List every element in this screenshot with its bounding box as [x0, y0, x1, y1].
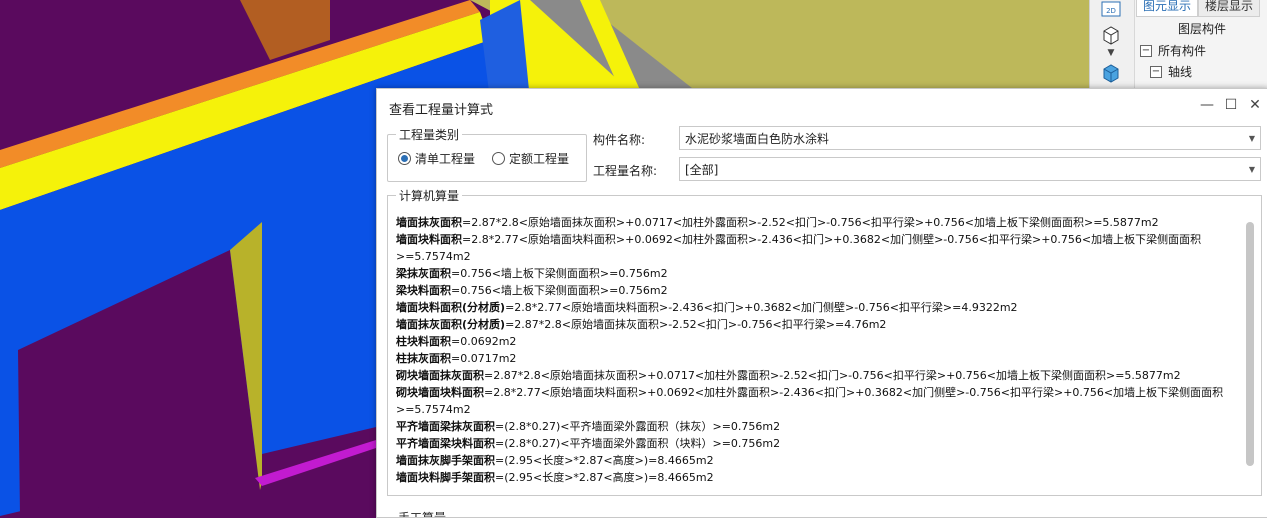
tab-floor-display[interactable]: 楼层显示 [1198, 0, 1261, 17]
formula-quantity-name: 墙面抹灰脚手架面积 [396, 454, 495, 467]
dropdown-icon[interactable]: ▼ [1100, 48, 1122, 58]
component-name-value: 水泥砂浆墙面白色防水涂料 [685, 132, 830, 146]
formula-line: 柱块料面积=0.0692m2 [396, 333, 1232, 350]
formula-quantity-name: 梁抹灰面积 [396, 267, 451, 280]
formula-line: 墙面块料面积=2.8*2.77<原始墙面块料面积>+0.0692<加柱外露面积>… [396, 231, 1232, 265]
close-button[interactable]: ✕ [1245, 95, 1265, 115]
radio-label: 定额工程量 [509, 152, 570, 166]
formula-expression: =0.756<墙上板下梁侧面面积>=0.756m2 [451, 284, 668, 297]
formula-line: 墙面抹灰脚手架面积=(2.95<长度>*2.87<高度>)=8.4665m2 [396, 452, 1232, 469]
tree-item-axis[interactable]: − 轴线 [1150, 63, 1192, 80]
dialog-title: 查看工程量计算式 [389, 103, 494, 118]
formula-expression: =2.87*2.8<原始墙面抹灰面积>+0.0717<加柱外露面积>-2.52<… [484, 369, 1181, 382]
3d-box-icon[interactable] [1100, 24, 1122, 46]
radio-selected-icon[interactable] [398, 152, 411, 165]
quantity-formula-dialog: 查看工程量计算式 — ☐ ✕ 工程量类别 清单工程量 定额工程量 构件名称: 水… [376, 88, 1267, 518]
quantity-name-select[interactable]: [全部] ▼ [679, 157, 1261, 181]
formula-line: 墙面抹灰面积=2.87*2.8<原始墙面抹灰面积>+0.0717<加柱外露面积>… [396, 214, 1232, 231]
formula-line: 平齐墙面梁抹灰面积=(2.8*0.27)<平齐墙面梁外露面积（抹灰）>=0.75… [396, 418, 1232, 435]
formula-quantity-name: 平齐墙面梁抹灰面积 [396, 420, 495, 433]
calc-formula-text[interactable]: 墙面抹灰面积=2.87*2.8<原始墙面抹灰面积>+0.0717<加柱外露面积>… [396, 214, 1232, 486]
formula-quantity-name: 梁块料面积 [396, 284, 451, 297]
tree-item-all-components[interactable]: − 所有构件 [1140, 42, 1206, 59]
collapse-icon[interactable]: − [1150, 65, 1162, 78]
2d-label: 2D [1106, 7, 1116, 15]
formula-expression: =2.8*2.77<原始墙面块料面积>-2.436<扣门>+0.3682<加门侧… [505, 301, 1018, 314]
formula-quantity-name: 墙面块料脚手架面积 [396, 471, 495, 484]
formula-expression: =0.756<墙上板下梁侧面面积>=0.756m2 [451, 267, 668, 280]
formula-line: 墙面抹灰面积(分材质)=2.87*2.8<原始墙面抹灰面积>-2.52<扣门>-… [396, 316, 1232, 333]
computer-calc-legend: 计算机算量 [396, 187, 463, 204]
formula-expression: =2.8*2.77<原始墙面块料面积>+0.0692<加柱外露面积>-2.436… [396, 386, 1224, 416]
formula-expression: =2.87*2.8<原始墙面抹灰面积>+0.0717<加柱外露面积>-2.52<… [462, 216, 1159, 229]
formula-line: 柱抹灰面积=0.0717m2 [396, 350, 1232, 367]
formula-quantity-name: 墙面块料面积(分材质) [396, 301, 506, 314]
quantity-name-label: 工程量名称: [593, 164, 658, 178]
formula-quantity-name: 柱抹灰面积 [396, 352, 451, 365]
formula-expression: =(2.8*0.27)<平齐墙面梁外露面积（块料）>=0.756m2 [495, 437, 781, 450]
formula-quantity-name: 墙面块料面积 [396, 233, 462, 246]
formula-quantity-name: 砌块墙面块料面积 [396, 386, 484, 399]
tab-element-display[interactable]: 图元显示 [1136, 0, 1199, 17]
formula-line: 梁块料面积=0.756<墙上板下梁侧面面积>=0.756m2 [396, 282, 1232, 299]
collapse-icon[interactable]: − [1140, 44, 1152, 57]
radio-label: 清单工程量 [415, 152, 476, 166]
quantity-type-legend: 工程量类别 [396, 126, 463, 143]
layer-panel: 2D ▼ 图元显示 楼层显示 图层构件 − 所有构件 − 轴线 [1089, 0, 1267, 90]
tree-item-label: 所有构件 [1158, 44, 1207, 58]
chevron-down-icon[interactable]: ▼ [1249, 158, 1255, 182]
layer-panel-title: 图层构件 [1177, 22, 1226, 36]
computer-calc-group: 计算机算量 墙面抹灰面积=2.87*2.8<原始墙面抹灰面积>+0.0717<加… [387, 187, 1262, 496]
formula-expression: =2.87*2.8<原始墙面抹灰面积>-2.52<扣门>-0.756<扣平行梁>… [505, 318, 887, 331]
maximize-button[interactable]: ☐ [1221, 95, 1241, 115]
formula-quantity-name: 砌块墙面抹灰面积 [396, 369, 484, 382]
formula-expression: =(2.8*0.27)<平齐墙面梁外露面积（抹灰）>=0.756m2 [495, 420, 781, 433]
radio-unselected-icon[interactable] [492, 152, 505, 165]
formula-expression: =2.8*2.77<原始墙面块料面积>+0.0692<加柱外露面积>-2.436… [396, 233, 1202, 263]
formula-quantity-name: 柱块料面积 [396, 335, 451, 348]
formula-line: 墙面块料面积(分材质)=2.8*2.77<原始墙面块料面积>-2.436<扣门>… [396, 299, 1232, 316]
formula-quantity-name: 墙面抹灰面积(分材质) [396, 318, 506, 331]
formula-line: 梁抹灰面积=0.756<墙上板下梁侧面面积>=0.756m2 [396, 265, 1232, 282]
formula-quantity-name: 平齐墙面梁块料面积 [396, 437, 495, 450]
3d-solid-icon[interactable] [1100, 62, 1122, 84]
formula-expression: =0.0717m2 [451, 352, 517, 365]
component-name-select[interactable]: 水泥砂浆墙面白色防水涂料 ▼ [679, 126, 1261, 150]
component-name-label: 构件名称: [593, 133, 646, 147]
radio-quota-quantity[interactable]: 定额工程量 [492, 150, 569, 167]
radio-bill-quantity[interactable]: 清单工程量 [398, 150, 475, 167]
formula-expression: =0.0692m2 [451, 335, 517, 348]
quantity-name-value: [全部] [685, 163, 719, 177]
minimize-button[interactable]: — [1197, 95, 1217, 115]
formula-expression: =(2.95<长度>*2.87<高度>)=8.4665m2 [495, 454, 714, 467]
formula-expression: =(2.95<长度>*2.87<高度>)=8.4665m2 [495, 471, 714, 484]
formula-line: 砌块墙面抹灰面积=2.87*2.8<原始墙面抹灰面积>+0.0717<加柱外露面… [396, 367, 1232, 384]
chevron-down-icon[interactable]: ▼ [1249, 127, 1255, 151]
view-toolbar: 2D ▼ [1090, 0, 1135, 90]
2d-view-icon[interactable]: 2D [1100, 0, 1122, 22]
vertical-scrollbar[interactable] [1246, 222, 1254, 466]
formula-line: 平齐墙面梁块料面积=(2.8*0.27)<平齐墙面梁外露面积（块料）>=0.75… [396, 435, 1232, 452]
tree-item-label: 轴线 [1168, 65, 1193, 79]
quantity-type-group: 工程量类别 清单工程量 定额工程量 [387, 126, 587, 182]
formula-line: 砌块墙面块料面积=2.8*2.77<原始墙面块料面积>+0.0692<加柱外露面… [396, 384, 1232, 418]
formula-line: 墙面块料脚手架面积=(2.95<长度>*2.87<高度>)=8.4665m2 [396, 469, 1232, 486]
panel-tabs: 图元显示 楼层显示 [1136, 0, 1267, 17]
formula-quantity-name: 墙面抹灰面积 [396, 216, 462, 229]
